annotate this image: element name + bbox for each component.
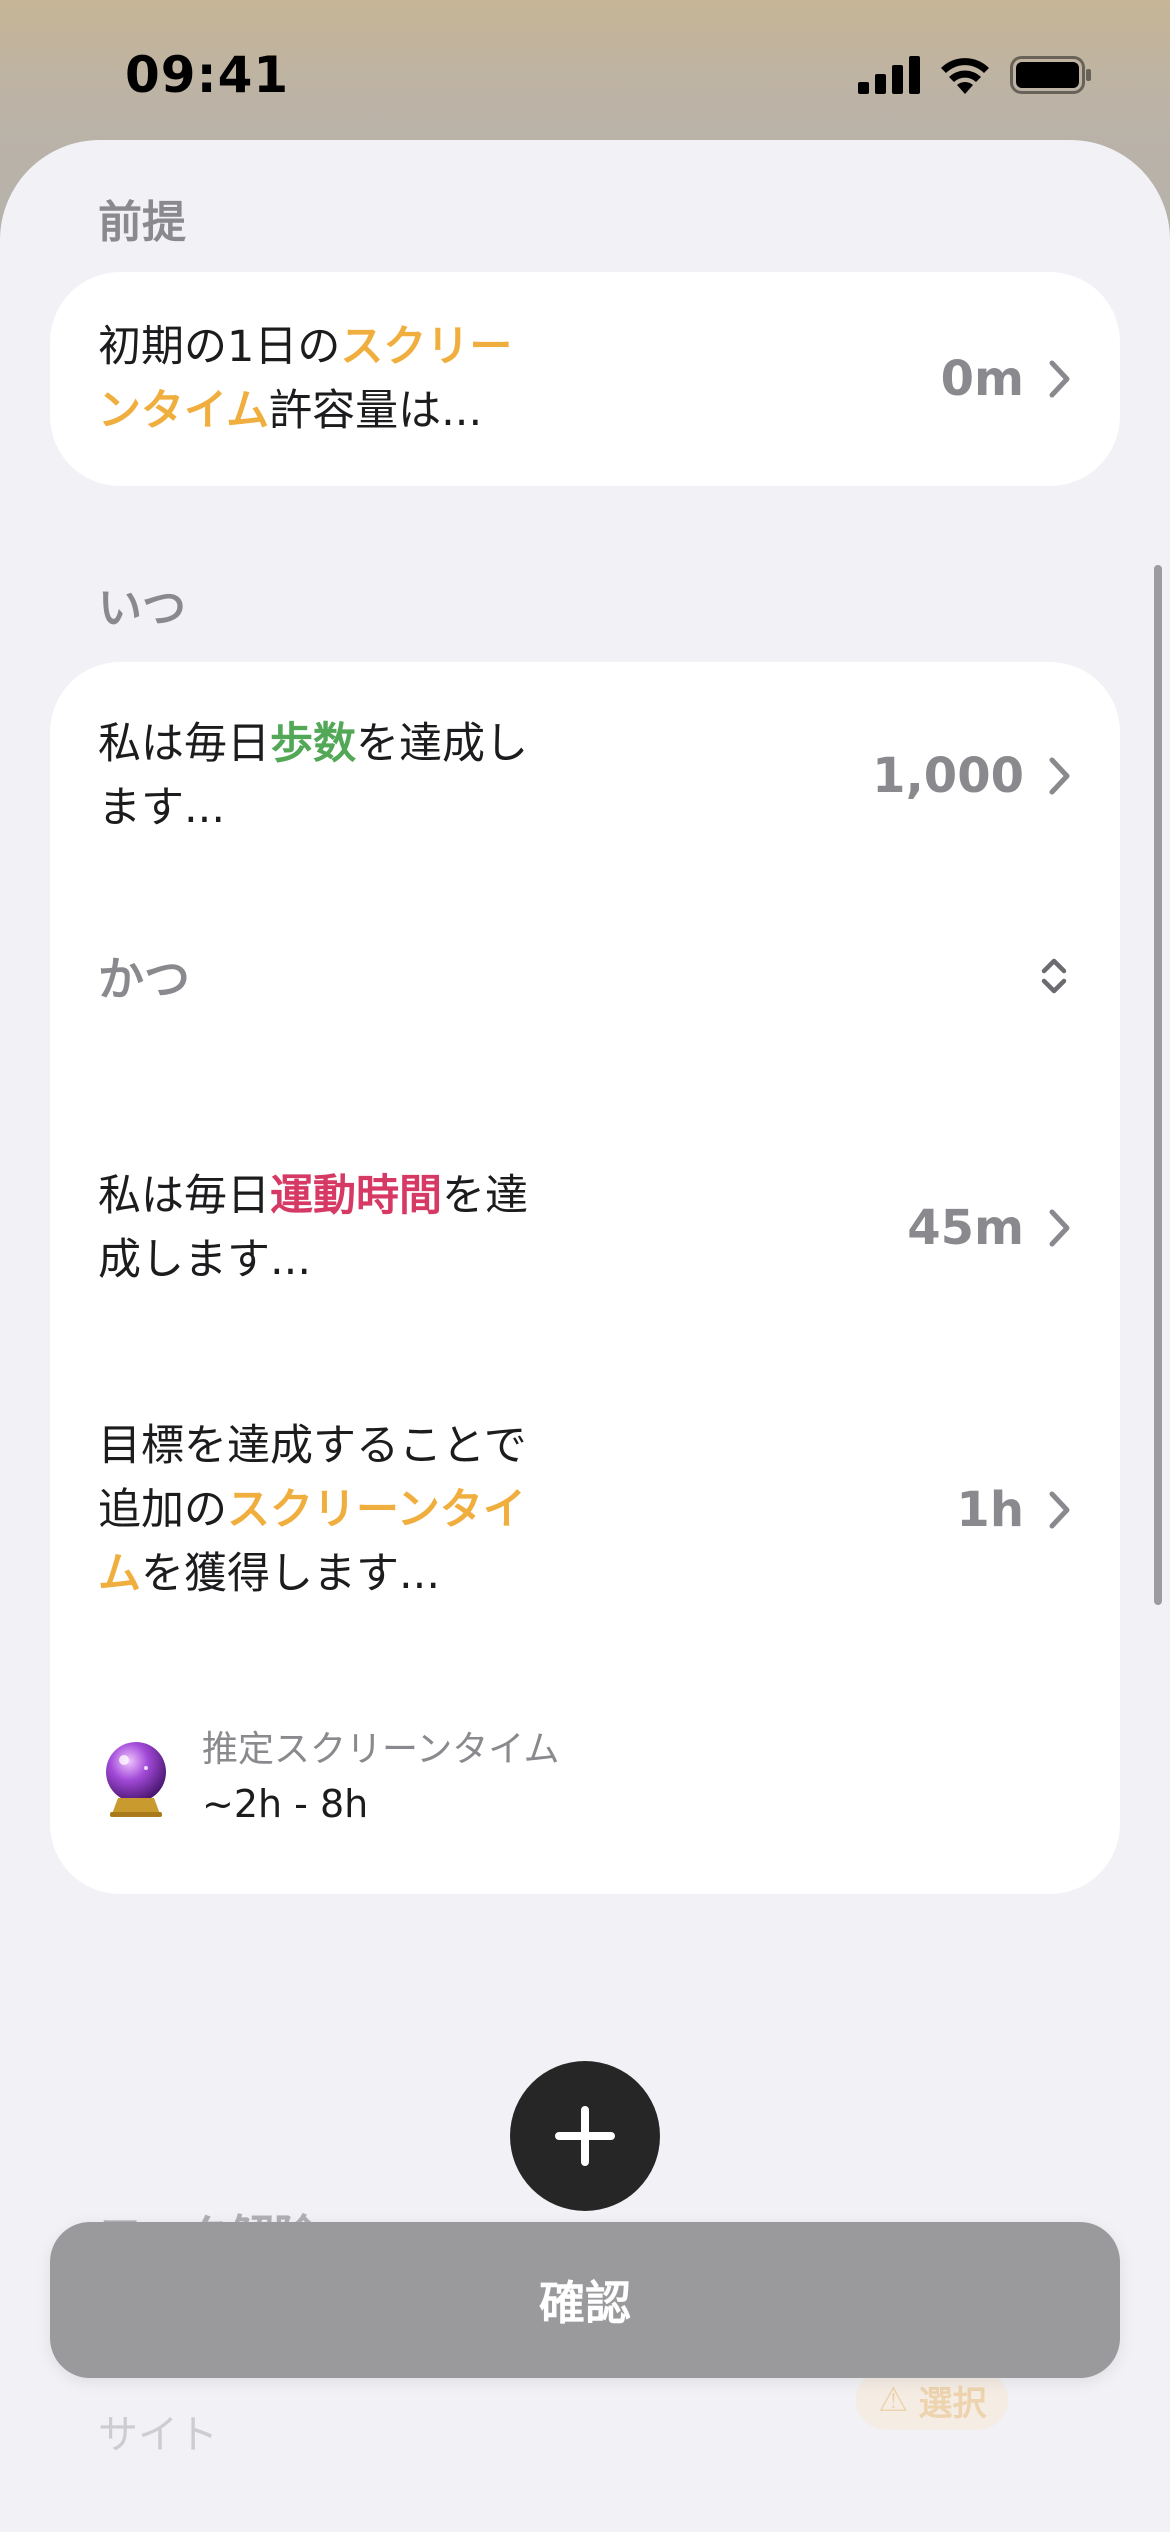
warning-icon: ⚠	[878, 2380, 909, 2420]
exercise-goal-row[interactable]: 私は毎日運動時間を達成します... 45m	[98, 1164, 1072, 1292]
section-label-premise: 前提	[98, 197, 186, 248]
chevron-right-icon	[1049, 360, 1070, 398]
confirm-button[interactable]: 確認	[50, 2222, 1120, 2378]
conjunction-selector[interactable]: かつ	[98, 944, 1072, 1008]
premise-card: 初期の1日のスクリーンタイム許容量は... 0m	[50, 272, 1120, 486]
exercise-goal-text: 私は毎日運動時間を達成します...	[98, 1171, 528, 1285]
estimate-block: 推定スクリーンタイム ~2h - 8h	[100, 1724, 559, 1832]
conditions-card: 私は毎日歩数を達成します... 1,000 かつ 私は毎日運動時間を達成します.…	[50, 662, 1120, 1894]
unlock-item-sub: サイト	[98, 2412, 218, 2458]
initial-allowance-value: 0m	[940, 351, 1024, 407]
initial-allowance-row[interactable]: 初期の1日のスクリーンタイム許容量は... 0m	[98, 315, 1072, 443]
status-bar: 09:41	[0, 0, 1170, 140]
steps-goal-row[interactable]: 私は毎日歩数を達成します... 1,000	[98, 712, 1072, 840]
conjunction-label: かつ	[98, 952, 190, 1006]
initial-allowance-text: 初期の1日のスクリーンタイム許容量は...	[98, 322, 513, 436]
steps-goal-value: 1,000	[872, 748, 1024, 804]
rule-editor-sheet: 前提 初期の1日のスクリーンタイム許容量は... 0m いつ 私は毎日歩数を達成…	[0, 140, 1170, 2532]
exercise-goal-value: 45m	[907, 1200, 1024, 1256]
chevron-right-icon	[1049, 757, 1070, 795]
steps-highlight: 歩数	[270, 719, 356, 769]
cellular-signal-icon	[858, 56, 920, 94]
reward-text: 目標を達成することで追加のスクリーンタイムを獲得します...	[98, 1421, 527, 1599]
reward-value: 1h	[956, 1482, 1024, 1538]
select-badge[interactable]: ⚠ 選択	[856, 2370, 1009, 2430]
chevron-right-icon	[1049, 1491, 1070, 1529]
wifi-icon	[941, 58, 989, 94]
scrollbar[interactable]	[1154, 565, 1162, 1605]
section-label-when: いつ	[98, 583, 186, 634]
plus-icon	[555, 2106, 615, 2166]
estimate-value: ~2h - 8h	[202, 1782, 369, 1826]
steps-goal-text: 私は毎日歩数を達成します...	[98, 719, 528, 833]
exercise-time-highlight: 運動時間	[270, 1171, 442, 1221]
crystal-ball-icon	[106, 1742, 166, 1817]
status-time: 09:41	[125, 46, 290, 104]
reward-row[interactable]: 目標を達成することで追加のスクリーンタイムを獲得します... 1h	[98, 1382, 1072, 1638]
chevron-up-down-icon	[1041, 958, 1067, 994]
chevron-right-icon	[1049, 1209, 1070, 1247]
add-condition-button[interactable]	[510, 2061, 660, 2211]
estimate-label: 推定スクリーンタイム	[202, 1729, 560, 1770]
status-icons	[858, 56, 1092, 94]
battery-icon	[1010, 56, 1091, 94]
